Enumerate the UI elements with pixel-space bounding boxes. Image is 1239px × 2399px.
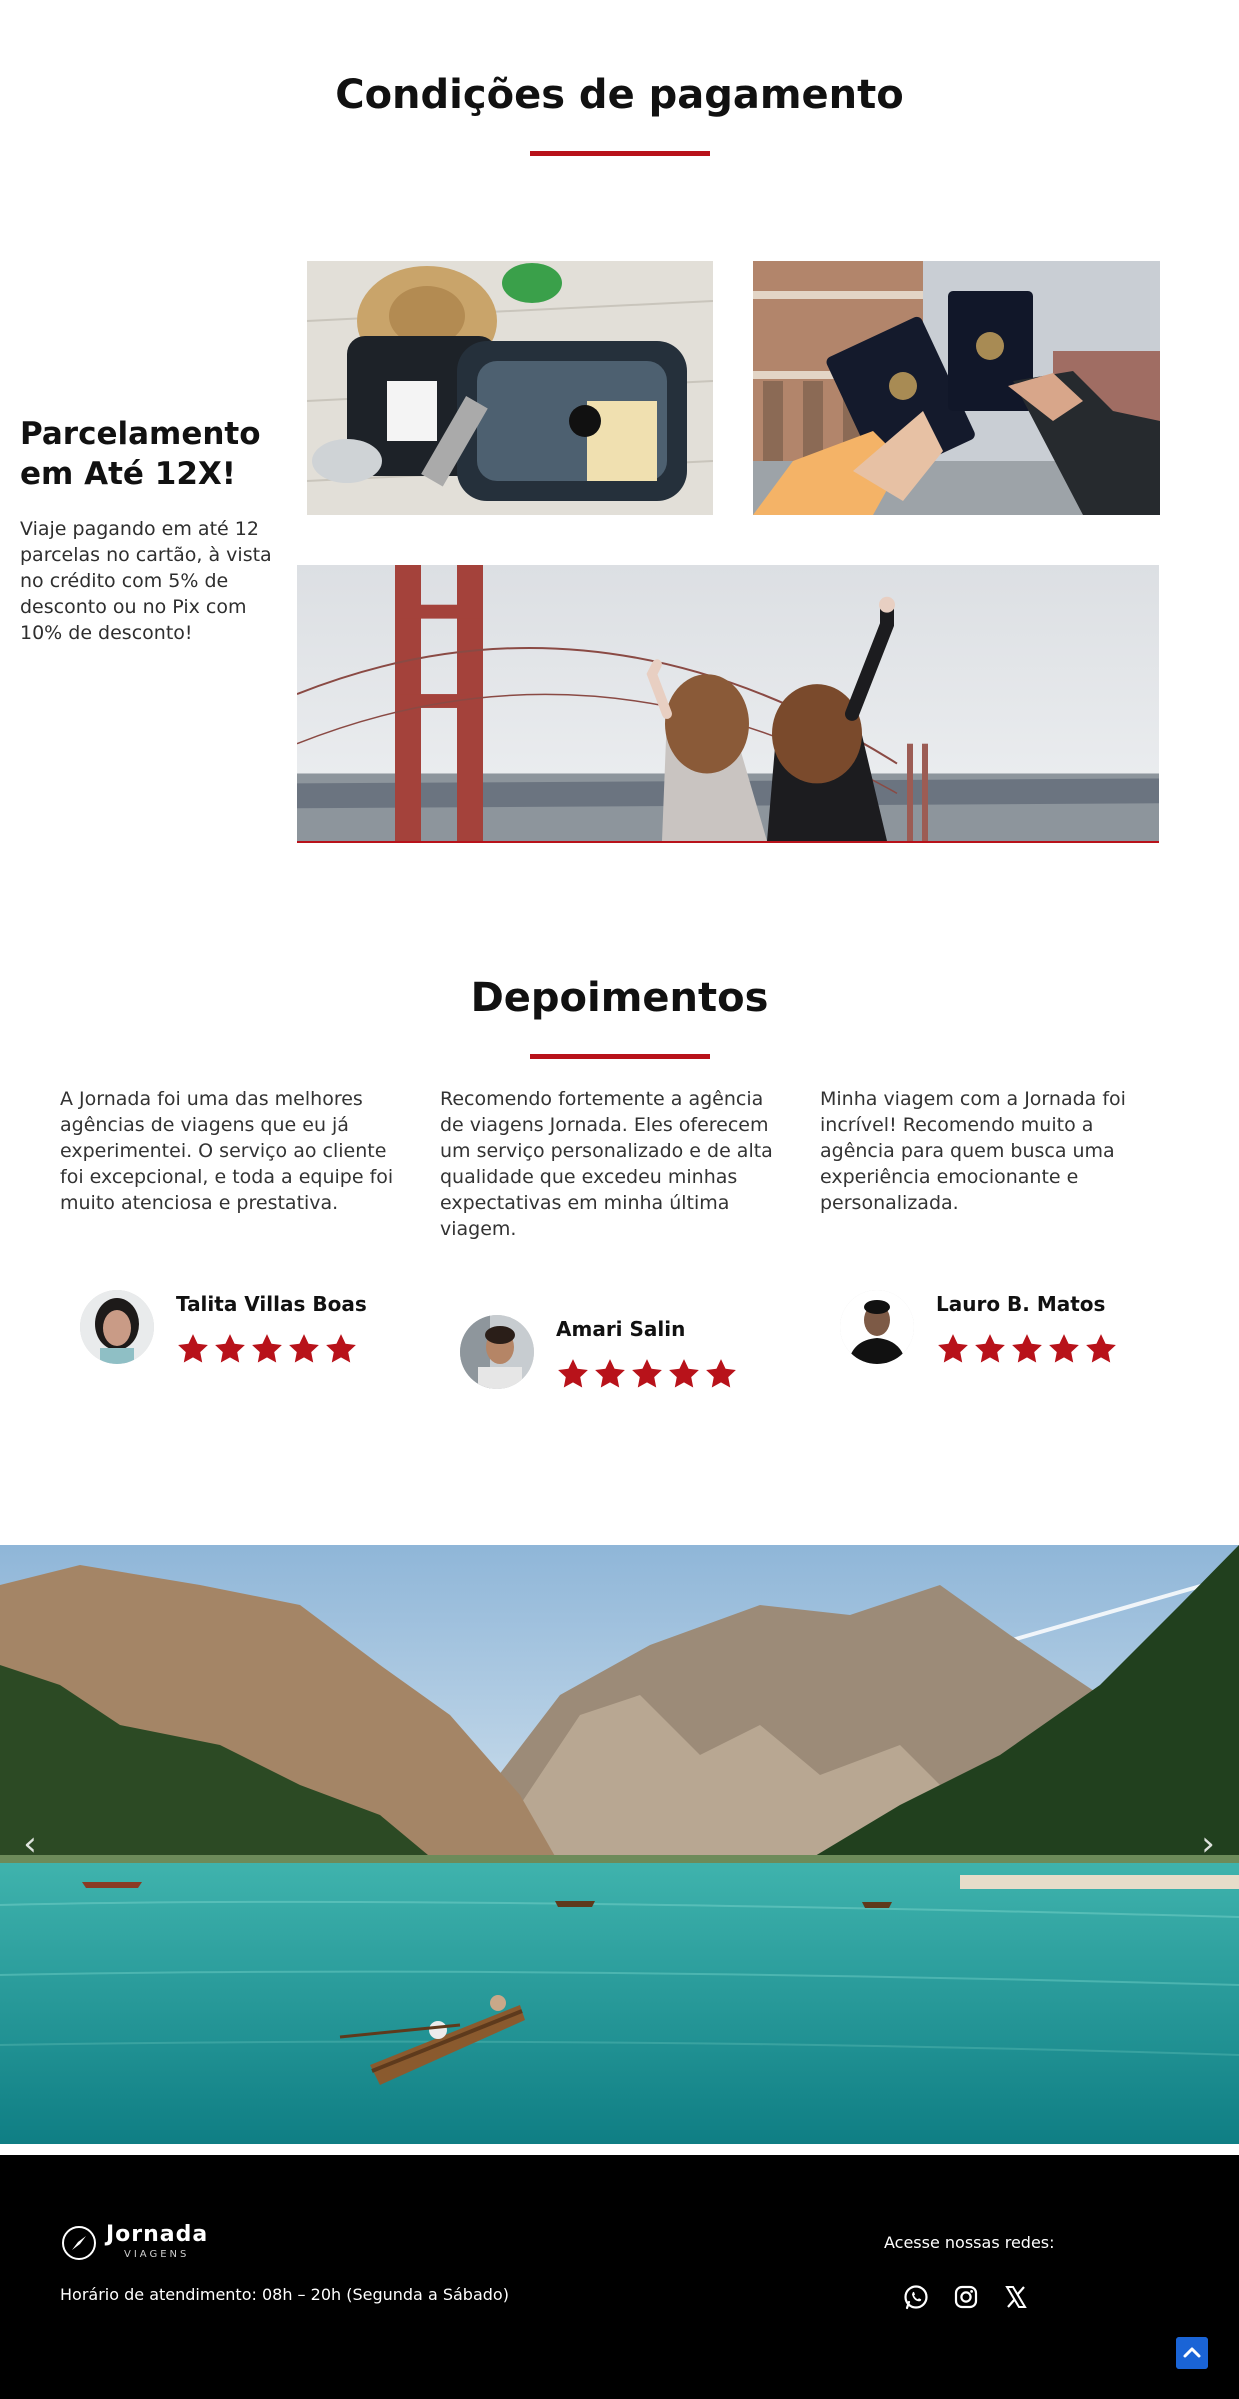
- opening-hours: Horário de atendimento: 08h – 20h (Segun…: [60, 2285, 509, 2304]
- installments-heading: Parcelamento em Até 12X!: [20, 416, 261, 492]
- social-label: Acesse nossas redes:: [884, 2233, 1055, 2252]
- chevron-left-icon[interactable]: ‹: [18, 1826, 42, 1862]
- testimonial-author: Talita Villas Boas: [80, 1290, 410, 1370]
- golden-gate-friends-photo: [297, 565, 1159, 843]
- star-icon: [595, 1359, 625, 1388]
- landscape-carousel-slide: [0, 1545, 1239, 2144]
- x-icon[interactable]: [1002, 2283, 1030, 2311]
- instagram-icon[interactable]: [952, 2283, 980, 2311]
- star-icon: [558, 1359, 588, 1388]
- testimonial-card: Recomendo fortemente a agência de viagen…: [440, 1086, 790, 1242]
- title-divider: [530, 151, 710, 156]
- star-icon: [1049, 1334, 1079, 1363]
- star-icon: [1012, 1334, 1042, 1363]
- logo-wordmark: Jornada: [106, 2222, 209, 2247]
- testimonial-author: Amari Salin: [460, 1315, 790, 1395]
- star-icon: [215, 1334, 245, 1363]
- payment-section-title: Condições de pagamento: [335, 72, 904, 118]
- avatar: [840, 1290, 914, 1364]
- star-rating: [556, 1357, 738, 1391]
- title-divider: [530, 1054, 710, 1059]
- passports-photo: [753, 261, 1160, 515]
- testimonial-author: Lauro B. Matos: [840, 1290, 1170, 1370]
- luggage-photo: [307, 261, 713, 515]
- star-icon: [178, 1334, 208, 1363]
- testimonial-quote: A Jornada foi uma das melhores agências …: [60, 1088, 394, 1214]
- site-footer: Jornada VIAGENS Horário de atendimento: …: [0, 2155, 1239, 2399]
- testimonial-quote: Minha viagem com a Jornada foi incrível!…: [820, 1088, 1126, 1214]
- star-icon: [252, 1334, 282, 1363]
- star-rating: [176, 1332, 358, 1366]
- installments-text: Viaje pagando em até 12 parcelas no cart…: [20, 518, 272, 644]
- logo-tagline: VIAGENS: [124, 2249, 190, 2260]
- back-to-top-button[interactable]: [1176, 2337, 1208, 2369]
- star-icon: [289, 1334, 319, 1363]
- whatsapp-icon[interactable]: [902, 2283, 930, 2311]
- star-icon: [669, 1359, 699, 1388]
- footer-logo[interactable]: Jornada VIAGENS: [60, 2222, 230, 2264]
- testimonial-card: Minha viagem com a Jornada foi incrível!…: [820, 1086, 1170, 1216]
- star-icon: [1086, 1334, 1116, 1363]
- testimonial-quote: Recomendo fortemente a agência de viagen…: [440, 1088, 773, 1240]
- chevron-right-icon[interactable]: ›: [1196, 1826, 1220, 1862]
- star-icon: [706, 1359, 736, 1388]
- author-name: Amari Salin: [556, 1317, 686, 1341]
- compass-logo-icon: [62, 2226, 96, 2260]
- avatar: [460, 1315, 534, 1389]
- testimonial-card: A Jornada foi uma das melhores agências …: [60, 1086, 410, 1216]
- author-name: Lauro B. Matos: [936, 1292, 1106, 1316]
- star-icon: [938, 1334, 968, 1363]
- testimonials-section-title: Depoimentos: [470, 975, 769, 1021]
- star-icon: [632, 1359, 662, 1388]
- star-icon: [975, 1334, 1005, 1363]
- star-rating: [936, 1332, 1118, 1366]
- avatar: [80, 1290, 154, 1364]
- author-name: Talita Villas Boas: [176, 1292, 367, 1316]
- star-icon: [326, 1334, 356, 1363]
